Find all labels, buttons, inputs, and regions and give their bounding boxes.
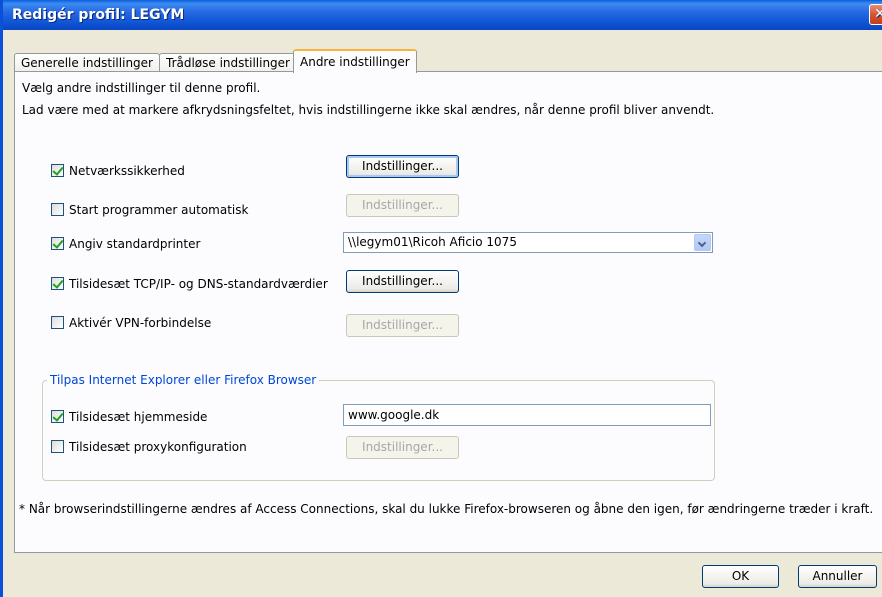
- title-bar[interactable]: Redigér profil: LEGYM ✕: [3, 0, 882, 30]
- tab-general[interactable]: Generelle indstillinger: [14, 53, 160, 72]
- network-security-settings-button[interactable]: Indstillinger...: [346, 155, 459, 178]
- window-title: Redigér profil: LEGYM: [12, 7, 185, 23]
- tcpip-override-checkbox[interactable]: [51, 277, 64, 290]
- tcpip-override-label: Tilsidesæt TCP/IP- og DNS-standardværdie…: [69, 277, 328, 291]
- default-printer-label: Angiv standardprinter: [69, 237, 201, 251]
- auto-start-settings-button[interactable]: Indstillinger...: [346, 194, 459, 217]
- browser-group-title: Tilpas Internet Explorer eller Firefox B…: [47, 373, 320, 387]
- proxy-override-checkbox[interactable]: [51, 440, 64, 453]
- homepage-input[interactable]: www.google.dk: [343, 404, 711, 426]
- tcpip-settings-button[interactable]: Indstillinger...: [346, 270, 459, 293]
- intro-line-2: Lad være med at markere afkrydsningsfelt…: [22, 103, 715, 117]
- auto-start-label: Start programmer automatisk: [69, 203, 249, 217]
- cancel-button[interactable]: Annuller: [798, 565, 877, 588]
- printer-select-value: \\legym01\Ricoh Aficio 1075: [348, 235, 517, 249]
- homepage-override-checkbox[interactable]: [51, 410, 64, 423]
- auto-start-checkbox[interactable]: [51, 203, 64, 216]
- homepage-input-value: www.google.dk: [348, 408, 440, 422]
- vpn-checkbox[interactable]: [51, 316, 64, 329]
- close-icon: ✕: [874, 6, 882, 22]
- tab-other[interactable]: Andre indstillinger: [293, 49, 417, 73]
- proxy-override-label: Tilsidesæt proxykonfiguration: [69, 440, 247, 454]
- default-printer-checkbox[interactable]: [51, 237, 64, 250]
- chevron-down-icon[interactable]: [694, 234, 711, 251]
- footnote-text: * Når browserindstillingerne ændres af A…: [19, 502, 874, 516]
- vpn-label: Aktivér VPN-forbindelse: [69, 316, 212, 330]
- browser-groupbox: [42, 380, 715, 481]
- intro-line-1: Vælg andre indstillinger til denne profi…: [22, 81, 261, 95]
- proxy-settings-button[interactable]: Indstillinger...: [346, 436, 459, 459]
- printer-select[interactable]: \\legym01\Ricoh Aficio 1075: [343, 232, 713, 253]
- network-security-checkbox[interactable]: [51, 164, 64, 177]
- tab-wireless[interactable]: Trådløse indstillinger: [159, 53, 297, 72]
- close-button[interactable]: ✕: [869, 4, 882, 25]
- network-security-label: Netværkssikkerhed: [69, 164, 185, 178]
- ok-button[interactable]: OK: [702, 565, 779, 588]
- dialog-window: Redigér profil: LEGYM ✕ Generelle indsti…: [0, 0, 882, 597]
- homepage-override-label: Tilsidesæt hjemmeside: [69, 410, 208, 424]
- vpn-settings-button[interactable]: Indstillinger...: [346, 314, 459, 337]
